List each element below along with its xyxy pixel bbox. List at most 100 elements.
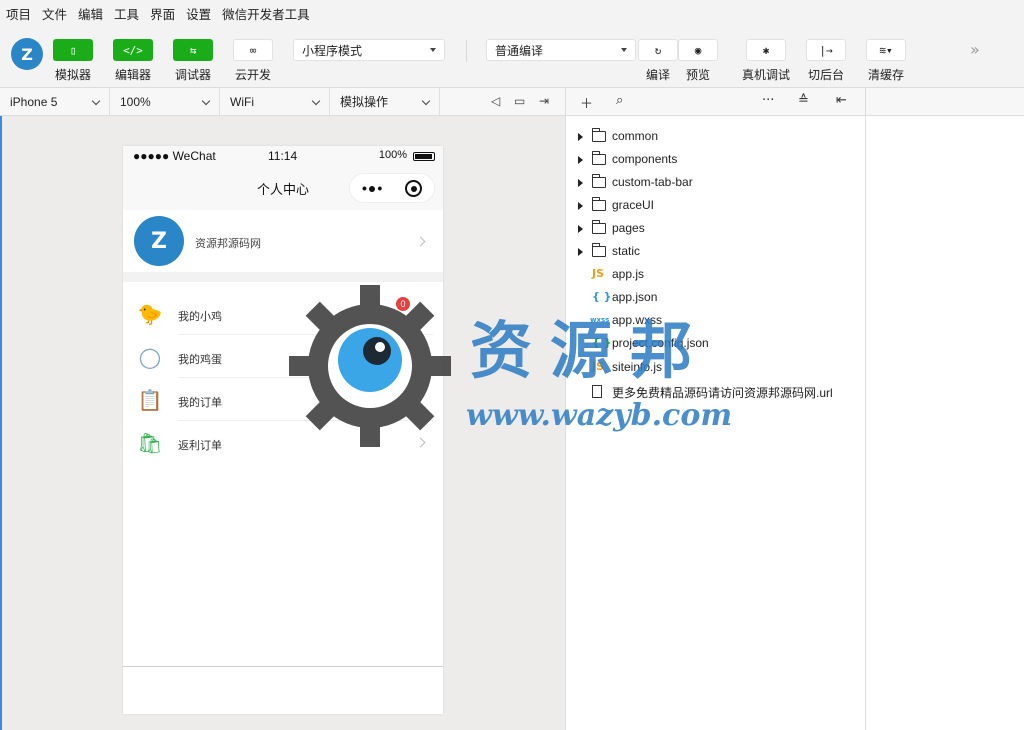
- window-icon[interactable]: ▭: [514, 94, 525, 108]
- collapse-list-icon[interactable]: ≙: [798, 93, 809, 108]
- dock-left-icon[interactable]: ⇤: [836, 93, 847, 108]
- app-logo-icon[interactable]: Z: [11, 38, 43, 70]
- menu-settings[interactable]: 设置: [186, 4, 211, 23]
- more-dots-icon[interactable]: •●•: [362, 180, 383, 196]
- folder-row-custom-tab-bar[interactable]: custom-tab-bar: [566, 171, 866, 194]
- expand-triangle-icon: [578, 248, 583, 256]
- menu-item-label: 返利订单: [178, 440, 222, 452]
- expand-triangle-icon: [578, 133, 583, 141]
- editor-button[interactable]: </> 编辑器: [113, 39, 153, 83]
- operation-select-value: 模拟操作: [340, 95, 389, 109]
- compile-button[interactable]: ↻ 编译: [638, 39, 678, 83]
- menu-interface[interactable]: 界面: [150, 4, 175, 23]
- chevron-down-icon: [201, 96, 211, 106]
- file-panel-toolbar: ＋ ⌕ ··· ≙ ⇤: [565, 88, 865, 116]
- folder-row-common[interactable]: common: [566, 125, 866, 148]
- search-icon[interactable]: ⌕: [616, 93, 623, 108]
- folder-name: static: [612, 244, 641, 258]
- preview-button[interactable]: ◉ 预览: [678, 39, 718, 83]
- js-file-icon: JS: [592, 267, 605, 280]
- debugger-button[interactable]: ⇆ 调试器: [173, 39, 213, 83]
- watermark-gear-eye-icon: [289, 285, 451, 447]
- device-select[interactable]: iPhone 5: [0, 88, 110, 115]
- folder-icon: [591, 151, 606, 165]
- chevron-down-icon: [91, 96, 101, 106]
- clipboard-icon: 📋: [137, 388, 163, 412]
- menu-devtools[interactable]: 微信开发者工具: [222, 4, 310, 23]
- device-select-value: iPhone 5: [10, 94, 58, 109]
- refresh-icon: ↻: [638, 39, 678, 61]
- expand-triangle-icon: [578, 156, 583, 164]
- expand-triangle-icon: [578, 225, 583, 233]
- tabbar-divider: [123, 666, 443, 667]
- cloud-link-icon: ∞: [233, 39, 273, 61]
- folder-row-graceui[interactable]: graceUI: [566, 194, 866, 217]
- menu-edit[interactable]: 编辑: [78, 4, 103, 23]
- cloud-dev-label: 云开发: [234, 68, 271, 82]
- menu-file[interactable]: 文件: [42, 4, 67, 23]
- editor-label: 编辑器: [114, 68, 151, 82]
- folder-icon: [591, 174, 606, 188]
- folder-name: components: [612, 152, 678, 166]
- compile-select-value: 普通编译: [495, 43, 544, 58]
- watermark-title: 资源邦: [470, 314, 711, 387]
- shopping-bag-icon: 🛍: [137, 431, 163, 455]
- status-time: 11:14: [268, 149, 298, 163]
- caret-down-icon: [621, 48, 627, 52]
- menu-item-label: 我的小鸡: [178, 311, 222, 323]
- remote-debug-button[interactable]: ✱ 真机调试: [742, 39, 790, 83]
- menu-project[interactable]: 项目: [6, 4, 31, 23]
- phone-nav-bar: 个人中心 •●•: [123, 166, 443, 210]
- debug-icon: ⇆: [173, 39, 213, 61]
- editor-placeholder-panel: [865, 88, 1024, 730]
- folder-row-pages[interactable]: pages: [566, 217, 866, 240]
- double-chevron-right-icon[interactable]: »: [970, 40, 980, 59]
- close-target-icon[interactable]: [405, 180, 422, 197]
- arrow-right-bar-icon: |→: [806, 39, 846, 61]
- folder-icon: [591, 220, 606, 234]
- simulator-button[interactable]: ▯ 模拟器: [53, 39, 93, 83]
- carrier-label: ●●●●● WeChat: [133, 149, 216, 163]
- mode-select[interactable]: 小程序模式: [293, 39, 445, 61]
- profile-row[interactable]: Z 资源邦源码网: [123, 210, 443, 272]
- compile-select[interactable]: 普通编译: [486, 39, 636, 61]
- folder-row-static[interactable]: static: [566, 240, 866, 263]
- chick-icon: 🐤: [137, 302, 163, 326]
- expand-triangle-icon: [578, 179, 583, 187]
- code-icon: </>: [113, 39, 153, 61]
- file-row-app-js[interactable]: JS app.js: [566, 263, 866, 286]
- plus-icon[interactable]: ＋: [580, 93, 593, 112]
- battery-icon: [413, 152, 435, 161]
- menu-tools[interactable]: 工具: [114, 4, 139, 23]
- layers-icon: ≋▾: [866, 39, 906, 61]
- simulator-label: 模拟器: [54, 68, 91, 82]
- folder-icon: [591, 128, 606, 142]
- folder-icon: [591, 243, 606, 257]
- chevron-down-icon: [311, 96, 321, 106]
- section-gap: [123, 272, 443, 282]
- clear-cache-button[interactable]: ≋▾ 清缓存: [866, 39, 906, 83]
- phone-icon: ▯: [53, 39, 93, 61]
- folder-row-components[interactable]: components: [566, 148, 866, 171]
- speaker-icon[interactable]: ◁: [491, 94, 500, 108]
- mini-program-capsule: •●•: [349, 173, 435, 203]
- folder-name: graceUI: [612, 198, 655, 212]
- menu-item-label: 我的鸡蛋: [178, 354, 222, 366]
- zoom-select[interactable]: 100%: [110, 88, 220, 115]
- menubar: 项目 文件 编辑 工具 界面 设置 微信开发者工具: [0, 0, 1024, 26]
- background-button[interactable]: |→ 切后台: [806, 39, 846, 83]
- dock-panel-icon[interactable]: ⇥: [539, 94, 549, 108]
- folder-name: common: [612, 129, 659, 143]
- zoom-select-value: 100%: [120, 94, 151, 109]
- network-select[interactable]: WiFi: [220, 88, 330, 115]
- folder-name: custom-tab-bar: [612, 175, 693, 189]
- caret-down-icon: [430, 48, 436, 52]
- debugger-label: 调试器: [174, 68, 211, 82]
- cloud-dev-button[interactable]: ∞ 云开发: [233, 39, 273, 83]
- operation-select[interactable]: 模拟操作: [330, 88, 440, 115]
- background-label: 切后台: [807, 68, 844, 82]
- editor-placeholder-header: [866, 88, 1024, 116]
- network-select-value: WiFi: [230, 94, 254, 109]
- more-horizontal-icon[interactable]: ···: [762, 93, 774, 108]
- egg-icon: ◯: [138, 345, 162, 369]
